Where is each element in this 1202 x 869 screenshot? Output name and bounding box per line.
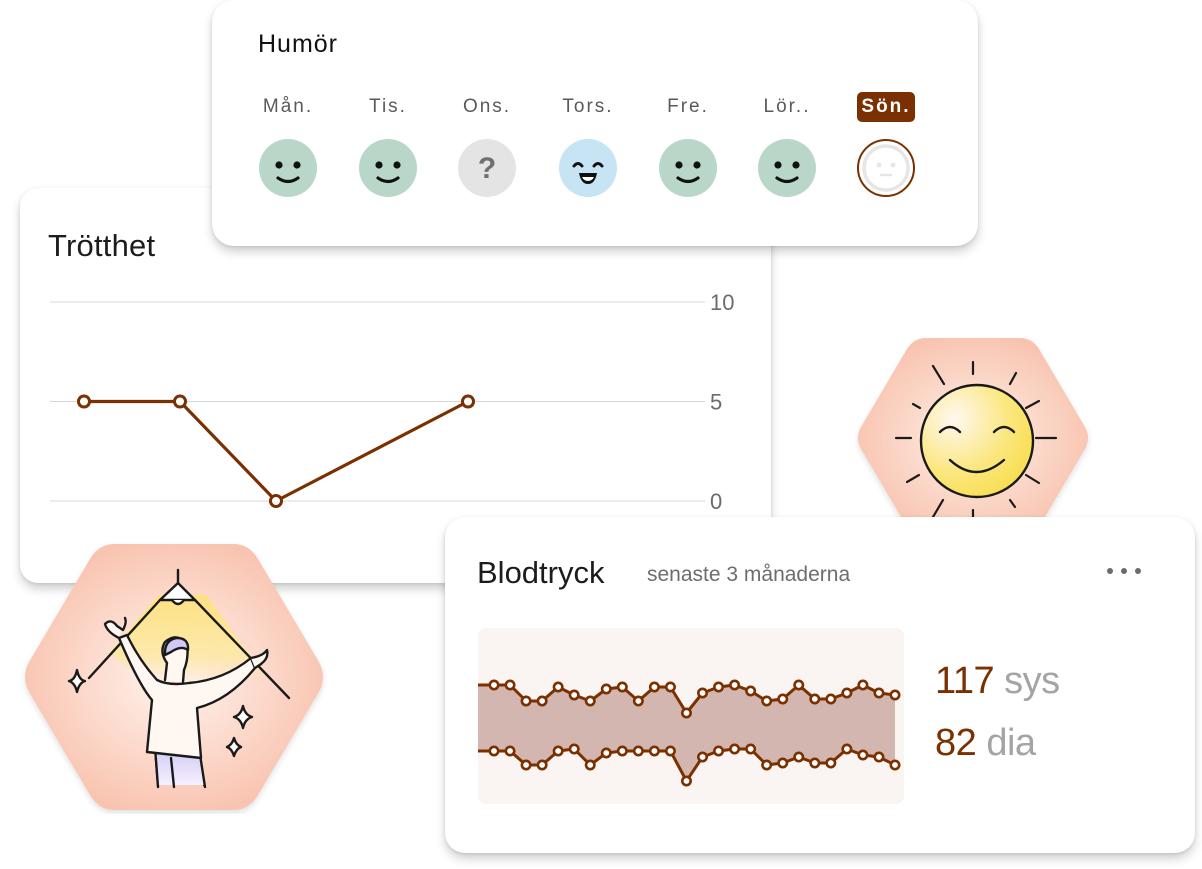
systolic-point xyxy=(873,687,885,699)
systolic-point xyxy=(793,679,805,691)
systolic-point xyxy=(713,681,725,693)
systolic-reading: 117 sys xyxy=(935,660,1060,703)
happy-face-icon[interactable] xyxy=(259,139,317,197)
diastolic-point xyxy=(488,745,500,757)
diastolic-point xyxy=(648,745,660,757)
systolic-point xyxy=(697,687,709,699)
y-tick-label: 5 xyxy=(710,390,722,415)
diastolic-point xyxy=(504,745,516,757)
mood-day[interactable]: Sön. xyxy=(846,92,926,197)
systolic-point xyxy=(680,707,692,719)
systolic-point xyxy=(777,693,789,705)
systolic-point xyxy=(761,695,773,707)
diastolic-value: 82 xyxy=(935,722,977,764)
mood-day[interactable]: Ons.? xyxy=(447,92,527,197)
mood-title: Humör xyxy=(258,30,339,58)
diastolic-point xyxy=(793,751,805,763)
systolic-point xyxy=(664,681,676,693)
systolic-point xyxy=(536,695,548,707)
diastolic-point xyxy=(552,745,564,757)
day-label: Lör.. xyxy=(763,96,811,117)
diastolic-point xyxy=(873,751,885,763)
diastolic-point xyxy=(584,759,596,771)
mood-card: Humör Mån. Tis. Ons.? Tors. Fre. Lör.. Sön. xyxy=(212,0,978,246)
systolic-point xyxy=(568,689,580,701)
y-tick-label: 10 xyxy=(710,290,734,315)
blood-pressure-card: Blodtryck senaste 3 månaderna 117 sys 82… xyxy=(445,517,1195,853)
diastolic-point xyxy=(841,743,853,755)
diastolic-point xyxy=(825,757,837,769)
very-happy-face-icon[interactable] xyxy=(559,139,617,197)
fatigue-point xyxy=(269,494,283,508)
day-label: Tis. xyxy=(369,96,407,117)
mood-day[interactable]: Fre. xyxy=(648,92,728,197)
diastolic-point xyxy=(745,743,757,755)
svg-text:?: ? xyxy=(478,152,496,185)
happy-face-icon[interactable] xyxy=(758,139,816,197)
systolic-point xyxy=(745,685,757,697)
diastolic-point xyxy=(697,751,709,763)
fatigue-point xyxy=(173,394,187,409)
fatigue-point xyxy=(461,394,475,409)
systolic-point xyxy=(889,689,901,701)
systolic-point xyxy=(616,681,628,693)
systolic-point xyxy=(809,693,821,705)
mood-day[interactable]: Tis. xyxy=(348,92,428,197)
systolic-point xyxy=(857,679,869,691)
diastolic-point xyxy=(761,759,773,771)
mood-day[interactable]: Lör.. xyxy=(747,92,827,197)
diastolic-reading: 82 dia xyxy=(935,722,1036,765)
systolic-point xyxy=(841,687,853,699)
happy-face-icon[interactable] xyxy=(659,139,717,197)
diastolic-point xyxy=(536,759,548,771)
systolic-point xyxy=(552,681,564,693)
blood-pressure-chart xyxy=(478,679,901,787)
fatigue-point xyxy=(77,394,91,409)
day-label: Fre. xyxy=(667,96,709,117)
systolic-point xyxy=(729,679,741,691)
mood-day[interactable]: Mån. xyxy=(248,92,328,197)
diastolic-point xyxy=(520,759,532,771)
day-label: Mån. xyxy=(262,96,314,117)
diastolic-point xyxy=(809,757,821,769)
systolic-point xyxy=(488,679,500,691)
systolic-point xyxy=(600,683,612,695)
day-label: Tors. xyxy=(562,96,614,117)
diastolic-point xyxy=(680,775,692,787)
systolic-point xyxy=(648,681,660,693)
systolic-point xyxy=(632,695,644,707)
y-tick-label: 0 xyxy=(710,489,722,514)
day-label: Sön. xyxy=(857,92,915,122)
diastolic-point xyxy=(713,745,725,757)
question-mark-icon[interactable]: ? xyxy=(458,139,516,197)
systolic-unit: sys xyxy=(1004,660,1060,702)
systolic-value: 117 xyxy=(935,660,995,702)
happy-face-icon[interactable] xyxy=(359,139,417,197)
mood-day[interactable]: Tors. xyxy=(548,92,628,197)
diastolic-point xyxy=(889,759,901,771)
diastolic-point xyxy=(777,757,789,769)
systolic-point xyxy=(504,679,516,691)
smiling-sun-icon xyxy=(858,338,1088,538)
diastolic-point xyxy=(632,745,644,757)
systolic-point xyxy=(584,695,596,707)
diastolic-point xyxy=(616,745,628,757)
celebrating-person-icon xyxy=(25,544,323,810)
systolic-point xyxy=(520,695,532,707)
day-label: Ons. xyxy=(462,96,512,117)
diastolic-point xyxy=(568,743,580,755)
fatigue-line xyxy=(84,399,469,503)
diastolic-point xyxy=(664,745,676,757)
diastolic-point xyxy=(857,749,869,761)
diastolic-point xyxy=(600,747,612,759)
neutral-face-icon[interactable] xyxy=(857,139,915,197)
diastolic-unit: dia xyxy=(986,722,1036,764)
diastolic-point xyxy=(729,743,741,755)
systolic-point xyxy=(825,693,837,705)
